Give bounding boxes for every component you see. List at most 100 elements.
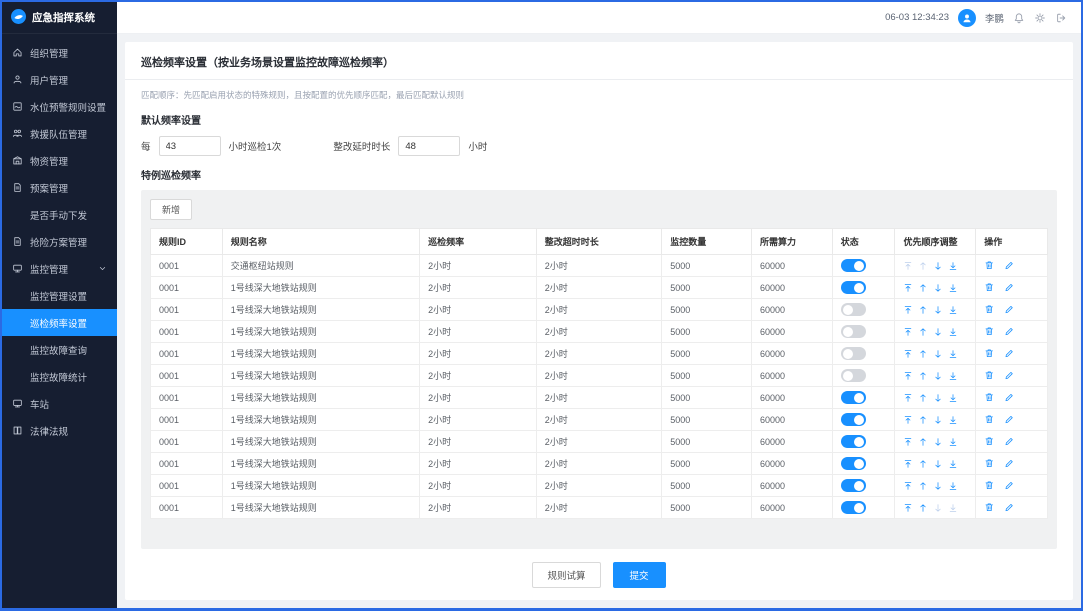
status-toggle[interactable]	[841, 347, 866, 360]
move-up-icon[interactable]	[918, 393, 928, 403]
move-down-icon[interactable]	[933, 371, 943, 381]
move-top-icon[interactable]	[903, 371, 913, 381]
move-bottom-icon[interactable]	[948, 349, 958, 359]
move-bottom-icon[interactable]	[948, 459, 958, 469]
sidebar-item[interactable]: 用户管理	[2, 66, 117, 93]
move-down-icon[interactable]	[933, 437, 943, 447]
status-toggle[interactable]	[841, 501, 866, 514]
edit-icon[interactable]	[1004, 480, 1015, 491]
move-bottom-icon[interactable]	[948, 283, 958, 293]
move-down-icon[interactable]	[933, 327, 943, 337]
add-rule-button[interactable]: 新增	[150, 199, 192, 220]
move-top-icon[interactable]	[903, 503, 913, 513]
move-bottom-icon[interactable]	[948, 371, 958, 381]
edit-icon[interactable]	[1004, 436, 1015, 447]
move-down-icon[interactable]	[933, 349, 943, 359]
move-top-icon[interactable]	[903, 415, 913, 425]
move-top-icon[interactable]	[903, 349, 913, 359]
sidebar-item[interactable]: 监控故障查询	[2, 336, 117, 363]
sidebar-item[interactable]: 组织管理	[2, 39, 117, 66]
move-down-icon[interactable]	[933, 261, 943, 271]
delete-icon[interactable]	[984, 502, 995, 513]
sidebar-item[interactable]: 救援队伍管理	[2, 120, 117, 147]
sidebar-item[interactable]: 法律法规	[2, 417, 117, 444]
move-up-icon[interactable]	[918, 327, 928, 337]
delete-icon[interactable]	[984, 326, 995, 337]
delete-icon[interactable]	[984, 260, 995, 271]
status-toggle[interactable]	[841, 369, 866, 382]
status-toggle[interactable]	[841, 479, 866, 492]
delay-input[interactable]	[398, 136, 460, 156]
logout-icon[interactable]	[1055, 12, 1067, 24]
move-bottom-icon[interactable]	[948, 327, 958, 337]
move-top-icon[interactable]	[903, 283, 913, 293]
edit-icon[interactable]	[1004, 282, 1015, 293]
move-up-icon[interactable]	[918, 481, 928, 491]
delete-icon[interactable]	[984, 392, 995, 403]
move-bottom-icon[interactable]	[948, 415, 958, 425]
move-top-icon[interactable]	[903, 437, 913, 447]
sidebar-item[interactable]: 是否手动下发	[2, 201, 117, 228]
frequency-input[interactable]	[159, 136, 221, 156]
move-up-icon[interactable]	[918, 415, 928, 425]
settings-icon[interactable]	[1034, 12, 1046, 24]
move-bottom-icon[interactable]	[948, 481, 958, 491]
move-bottom-icon[interactable]	[948, 261, 958, 271]
move-top-icon[interactable]	[903, 459, 913, 469]
move-down-icon[interactable]	[933, 305, 943, 315]
delete-icon[interactable]	[984, 348, 995, 359]
delete-icon[interactable]	[984, 480, 995, 491]
edit-icon[interactable]	[1004, 502, 1015, 513]
edit-icon[interactable]	[1004, 370, 1015, 381]
delete-icon[interactable]	[984, 282, 995, 293]
status-toggle[interactable]	[841, 259, 866, 272]
status-toggle[interactable]	[841, 457, 866, 470]
rule-trial-button[interactable]: 规则试算	[532, 562, 600, 588]
edit-icon[interactable]	[1004, 392, 1015, 403]
avatar[interactable]	[958, 9, 976, 27]
status-toggle[interactable]	[841, 303, 866, 316]
sidebar-item[interactable]: 水位预警规则设置	[2, 93, 117, 120]
move-top-icon[interactable]	[903, 305, 913, 315]
move-up-icon[interactable]	[918, 503, 928, 513]
edit-icon[interactable]	[1004, 304, 1015, 315]
edit-icon[interactable]	[1004, 326, 1015, 337]
status-toggle[interactable]	[841, 391, 866, 404]
sidebar-item[interactable]: 车站	[2, 390, 117, 417]
move-down-icon[interactable]	[933, 459, 943, 469]
move-down-icon[interactable]	[933, 415, 943, 425]
sidebar-item[interactable]: 物资管理	[2, 147, 117, 174]
sidebar-item[interactable]: 监控管理设置	[2, 282, 117, 309]
status-toggle[interactable]	[841, 435, 866, 448]
move-top-icon[interactable]	[903, 481, 913, 491]
move-bottom-icon[interactable]	[948, 437, 958, 447]
status-toggle[interactable]	[841, 413, 866, 426]
edit-icon[interactable]	[1004, 458, 1015, 469]
edit-icon[interactable]	[1004, 414, 1015, 425]
edit-icon[interactable]	[1004, 260, 1015, 271]
sidebar-item[interactable]: 巡检频率设置	[2, 309, 117, 336]
delete-icon[interactable]	[984, 370, 995, 381]
delete-icon[interactable]	[984, 436, 995, 447]
status-toggle[interactable]	[841, 325, 866, 338]
move-up-icon[interactable]	[918, 459, 928, 469]
sidebar-item[interactable]: 预案管理	[2, 174, 117, 201]
bell-icon[interactable]	[1013, 12, 1025, 24]
move-top-icon[interactable]	[903, 327, 913, 337]
delete-icon[interactable]	[984, 304, 995, 315]
submit-button[interactable]: 提交	[613, 562, 666, 588]
status-toggle[interactable]	[841, 281, 866, 294]
move-down-icon[interactable]	[933, 481, 943, 491]
move-down-icon[interactable]	[933, 283, 943, 293]
move-down-icon[interactable]	[933, 393, 943, 403]
move-up-icon[interactable]	[918, 371, 928, 381]
edit-icon[interactable]	[1004, 348, 1015, 359]
move-up-icon[interactable]	[918, 437, 928, 447]
delete-icon[interactable]	[984, 414, 995, 425]
sidebar-item[interactable]: 监控故障统计	[2, 363, 117, 390]
move-bottom-icon[interactable]	[948, 305, 958, 315]
move-up-icon[interactable]	[918, 305, 928, 315]
move-bottom-icon[interactable]	[948, 393, 958, 403]
sidebar-item[interactable]: 抢险方案管理	[2, 228, 117, 255]
delete-icon[interactable]	[984, 458, 995, 469]
